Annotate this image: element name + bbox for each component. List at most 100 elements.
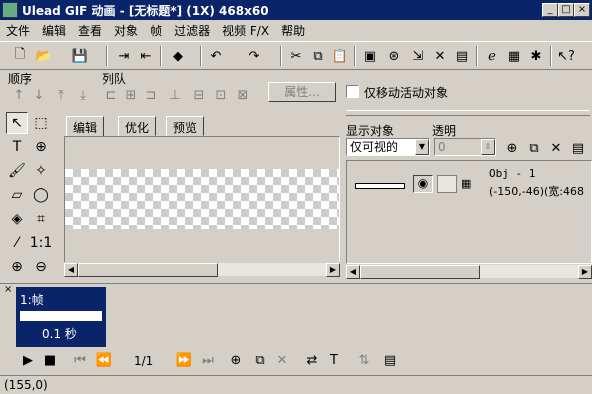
export-icon[interactable]: ⇤ <box>136 46 156 66</box>
add-frame-icon[interactable]: ⊕ <box>226 350 246 370</box>
tab-optimize[interactable]: 优化 <box>118 116 157 136</box>
text-tool-icon[interactable]: T <box>6 136 28 158</box>
menu-edit[interactable]: 编辑 <box>36 22 72 39</box>
scroll-left-button[interactable]: ◀ <box>64 263 78 277</box>
crop-tool-icon[interactable]: ⌗ <box>30 208 52 230</box>
same-size-icon[interactable]: ⊠ <box>234 86 252 104</box>
page-counter: 1/1 <box>134 354 154 368</box>
text-banner-icon[interactable]: T <box>324 350 344 370</box>
scroll-thumb[interactable] <box>78 263 218 277</box>
last-frame-icon[interactable]: ⏭ <box>198 350 218 370</box>
tab-edit[interactable]: 编辑 <box>66 116 105 138</box>
move-down-icon[interactable]: ↓ <box>30 86 48 104</box>
eraser-tool-icon[interactable]: ▱ <box>6 184 28 206</box>
close-panel-icon[interactable]: × <box>4 284 12 295</box>
open-file-icon[interactable]: 📂 <box>34 46 54 66</box>
properties-button[interactable]: 属性... <box>268 82 336 102</box>
object-hscrollbar[interactable]: ◀ ▶ <box>346 264 592 279</box>
frame-thumbnail[interactable]: 1:帧 0.1 秒 <box>16 287 106 347</box>
obj-scroll-left-button[interactable]: ◀ <box>346 265 360 279</box>
maximize-button[interactable]: □ <box>558 3 574 17</box>
scroll-right-button[interactable]: ▶ <box>326 263 340 277</box>
minimize-button[interactable]: _ <box>542 3 558 17</box>
close-button[interactable]: × <box>574 3 590 17</box>
actual-size-icon[interactable]: 1:1 <box>30 232 53 254</box>
object-properties-icon[interactable]: ▤ <box>568 138 588 158</box>
optimize-icon[interactable]: ⊛ <box>384 46 404 66</box>
move-top-icon[interactable]: ⤒ <box>52 86 70 104</box>
menu-file[interactable]: 文件 <box>0 22 36 39</box>
panel-grip[interactable] <box>346 110 590 116</box>
menu-view[interactable]: 查看 <box>72 22 108 39</box>
transparent-canvas[interactable] <box>65 169 339 229</box>
add-object-icon[interactable]: ⊕ <box>502 138 522 158</box>
help-pointer-icon[interactable]: ↖? <box>556 46 576 66</box>
redo-icon[interactable]: ↷ <box>244 46 264 66</box>
next-frame-icon[interactable]: ⏩ <box>174 350 194 370</box>
list-item[interactable]: ◉ ▦ Obj - 1 (-150,-46)(宽:468 <box>349 163 591 203</box>
stepper-arrows-icon[interactable]: ⇕ <box>481 139 495 155</box>
menu-frame[interactable]: 帧 <box>144 22 168 39</box>
eyedropper-tool-icon[interactable]: ⁄ <box>6 232 28 254</box>
delete-object-icon[interactable]: ✕ <box>546 138 566 158</box>
reverse-frames-icon[interactable]: ⇅ <box>354 350 374 370</box>
canvas-area[interactable] <box>64 136 340 264</box>
align-bottom-icon[interactable]: ⊥ <box>166 86 184 104</box>
settings-icon[interactable]: ✱ <box>526 46 546 66</box>
menu-help[interactable]: 帮助 <box>275 22 311 39</box>
menu-filter[interactable]: 过滤器 <box>168 22 216 39</box>
crop-canvas-icon[interactable]: ▣ <box>360 46 380 66</box>
transparency-stepper[interactable]: 0 ⇕ <box>434 138 496 156</box>
cut-icon[interactable]: ✂ <box>286 46 306 66</box>
lock-toggle[interactable] <box>437 175 457 193</box>
align-center-icon[interactable]: ⊞ <box>122 86 140 104</box>
zoom-out-icon[interactable]: ⊖ <box>30 256 52 278</box>
pointer-tool-icon[interactable]: ↖ <box>6 112 28 134</box>
play-icon[interactable]: ▶ <box>18 350 38 370</box>
prev-frame-icon[interactable]: ⏪ <box>94 350 114 370</box>
tween-icon[interactable]: ⇄ <box>302 350 322 370</box>
menu-video-fx[interactable]: 视频 F/X <box>216 22 275 39</box>
move-up-icon[interactable]: ↑ <box>10 86 28 104</box>
distribute-h-icon[interactable]: ⊟ <box>190 86 208 104</box>
duplicate-frame-icon[interactable]: ⧉ <box>250 350 270 370</box>
obj-scroll-right-button[interactable]: ▶ <box>578 265 592 279</box>
color-picker-icon[interactable]: ◆ <box>168 46 188 66</box>
stamp-icon[interactable]: ▦ <box>504 46 524 66</box>
move-active-only-checkbox[interactable] <box>346 85 359 98</box>
align-right-icon[interactable]: ⊐ <box>142 86 160 104</box>
copy-icon[interactable]: ⧉ <box>308 46 328 66</box>
obj-scroll-thumb[interactable] <box>360 265 480 279</box>
zoom-in-icon[interactable]: ⊕ <box>6 256 28 278</box>
paste-icon[interactable]: 📋 <box>330 46 350 66</box>
duplicate-object-icon[interactable]: ⧉ <box>524 138 544 158</box>
stop-icon[interactable]: ■ <box>40 350 60 370</box>
menu-object[interactable]: 对象 <box>108 22 144 39</box>
browser-preview-icon[interactable]: ℯ <box>482 46 502 66</box>
editor-hscrollbar[interactable]: ◀ ▶ <box>64 262 340 277</box>
object-name: Obj - 1 <box>489 167 536 180</box>
save-icon[interactable]: 💾 <box>70 46 90 66</box>
new-file-icon[interactable]: 🗋 <box>10 46 30 66</box>
lasso-tool-icon[interactable]: ◯ <box>30 184 52 206</box>
distribute-v-icon[interactable]: ⊡ <box>212 86 230 104</box>
pan-tool-icon[interactable]: ⊕ <box>30 136 52 158</box>
move-bottom-icon[interactable]: ⤓ <box>74 86 92 104</box>
undo-icon[interactable]: ↶ <box>206 46 226 66</box>
preview-frame-icon[interactable]: ▤ <box>452 46 472 66</box>
import-icon[interactable]: ⇥ <box>114 46 134 66</box>
frame-properties-icon[interactable]: ▤ <box>380 350 400 370</box>
chevron-down-icon[interactable]: ▼ <box>415 139 429 155</box>
fill-tool-icon[interactable]: ◈ <box>6 208 28 230</box>
fit-icon[interactable]: ✕ <box>430 46 450 66</box>
align-left-icon[interactable]: ⊏ <box>102 86 120 104</box>
magic-wand-tool-icon[interactable]: ✧ <box>30 160 52 182</box>
brush-tool-icon[interactable]: 🖌 <box>6 160 28 182</box>
marquee-tool-icon[interactable]: ⬚ <box>30 112 52 134</box>
first-frame-icon[interactable]: ⏮ <box>70 350 90 370</box>
visibility-eye-icon[interactable]: ◉ <box>413 175 433 193</box>
delete-frame-icon[interactable]: ✕ <box>272 350 292 370</box>
tab-preview[interactable]: 预览 <box>166 116 205 136</box>
show-objects-select[interactable]: 仅可视的 ▼ <box>346 138 430 156</box>
resize-icon[interactable]: ⇲ <box>408 46 428 66</box>
